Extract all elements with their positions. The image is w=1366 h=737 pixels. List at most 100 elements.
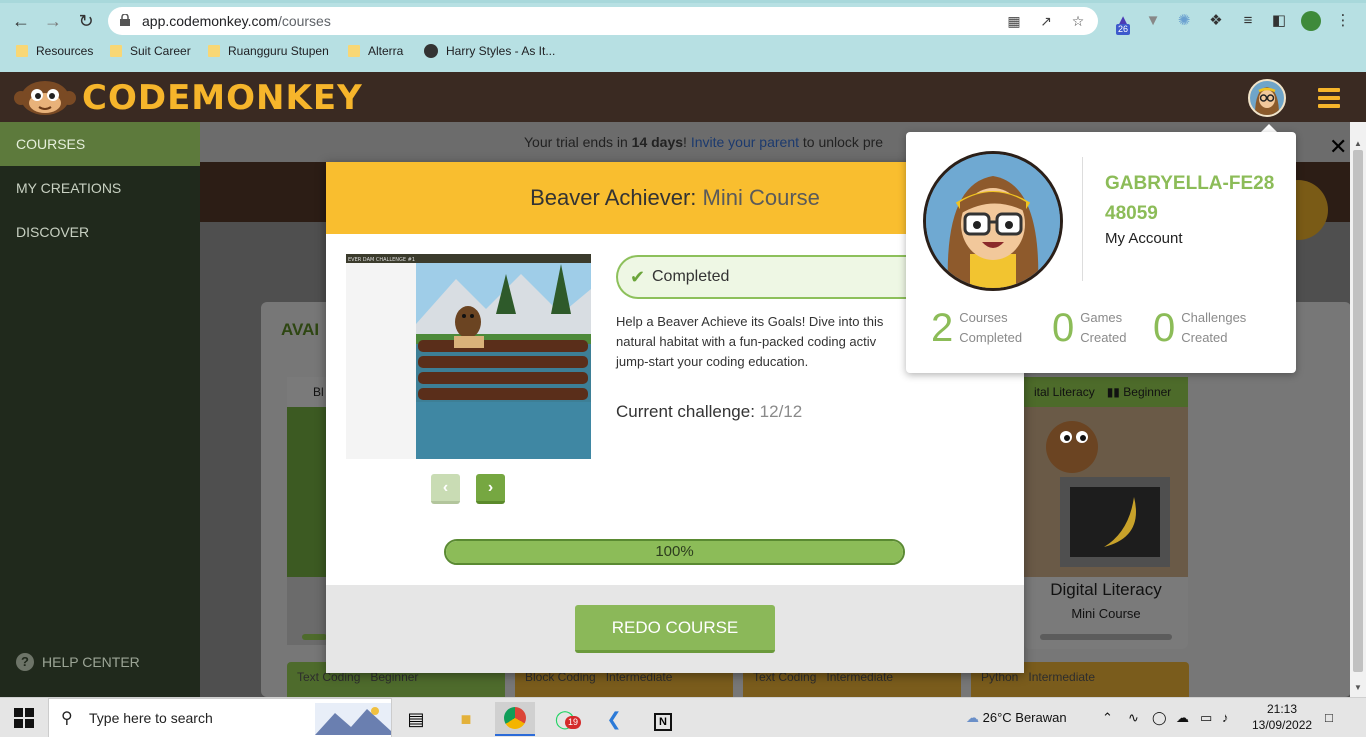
app-header: CODEMONKEY	[0, 72, 1366, 122]
weather-widget[interactable]: ☁ 26°C Berawan	[966, 698, 1067, 737]
invite-parent-link[interactable]: Invite your parent	[691, 134, 799, 150]
logo-text: CODEMONKEY	[82, 78, 363, 118]
bookmark-alterra[interactable]: Alterra	[348, 44, 403, 58]
side-panel-icon[interactable]: ◧	[1268, 10, 1290, 32]
sidebar-item-discover[interactable]: DISCOVER	[0, 210, 200, 254]
bookmark-harry-styles[interactable]: Harry Styles - As It...	[424, 44, 555, 58]
next-challenge-button[interactable]: ›	[476, 474, 505, 504]
progress-label: 100%	[655, 543, 694, 560]
translate-icon[interactable]: ▦	[1004, 11, 1024, 31]
course-card-progress	[1040, 634, 1172, 640]
account-username: GABRYELLA-FE2848059	[1105, 173, 1275, 224]
help-icon: ?	[16, 653, 34, 671]
sidebar-item-my-creations[interactable]: MY CREATIONS	[0, 166, 200, 210]
search-icon: ⚲	[61, 710, 73, 727]
scrollbar-thumb[interactable]	[1353, 150, 1363, 672]
windows-start-icon[interactable]	[14, 708, 34, 728]
media-queue-icon[interactable]: ≡	[1237, 10, 1259, 32]
beaver-computer-illustration	[1024, 407, 1188, 577]
bookmarks-bar: Resources Suit Career Ruangguru Stupen A…	[0, 40, 1366, 66]
bookmark-ruangguru[interactable]: Ruangguru Stupen	[208, 44, 329, 58]
course-card-image	[1024, 407, 1188, 577]
cloud-icon: ☁	[966, 710, 979, 725]
my-account-link[interactable]: My Account	[1105, 230, 1183, 247]
account-avatar	[923, 151, 1063, 291]
courses-completed-stat: 2 Courses Completed	[931, 306, 1023, 350]
level-bars-icon: ▮▮	[1106, 385, 1120, 399]
sidebar: COURSES MY CREATIONS DISCOVER ? HELP CEN…	[0, 122, 200, 697]
help-center-link[interactable]: ? HELP CENTER	[16, 653, 140, 671]
svg-text:EVER DAM CHALLENGE #1: EVER DAM CHALLENGE #1	[348, 257, 415, 263]
meet-icon[interactable]: ◯	[1152, 698, 1167, 737]
check-icon: ✔	[630, 267, 646, 287]
current-challenge: Current challenge: 12/12	[616, 402, 803, 421]
monkey-face-icon	[14, 81, 76, 115]
menu-dots-icon[interactable]: ⋮	[1332, 10, 1354, 32]
notifications-icon[interactable]: □	[1325, 698, 1333, 737]
user-avatar-button[interactable]	[1248, 79, 1286, 117]
share-icon[interactable]: ↗	[1036, 11, 1056, 31]
volume-icon[interactable]: ♪	[1222, 698, 1229, 737]
folder-icon	[16, 45, 28, 57]
search-highlight-illustration	[315, 703, 391, 735]
course-card-left-image	[287, 407, 327, 577]
folder-icon	[348, 45, 360, 57]
chrome-taskbar-icon[interactable]	[495, 702, 535, 736]
hamburger-menu-icon[interactable]	[1318, 88, 1340, 108]
close-icon[interactable]: ✕	[1329, 134, 1347, 160]
redo-course-button[interactable]: REDO COURSE	[575, 605, 775, 653]
vscode-icon[interactable]: ❮	[594, 702, 634, 736]
girl-avatar-icon	[926, 154, 1060, 288]
file-explorer-icon[interactable]: ■	[446, 702, 486, 736]
course-card-left-tag: Bl	[287, 377, 327, 407]
help-center-label: HELP CENTER	[42, 654, 140, 670]
onedrive-cloud-icon[interactable]: ☁	[1176, 698, 1189, 737]
tab-strip	[0, 0, 1366, 3]
course-progress-bar: 100%	[444, 539, 905, 565]
beaver-dam-game-preview: EVER DAM CHALLENGE #1	[346, 254, 591, 459]
wifi-icon[interactable]: ∿	[1128, 698, 1139, 737]
system-clock[interactable]: 21:13 13/09/2022	[1252, 701, 1312, 733]
account-popup: GABRYELLA-FE2848059 My Account 2 Courses…	[906, 132, 1296, 373]
search-placeholder: Type here to search	[89, 710, 213, 726]
course-card-subtitle: Mini Course	[1071, 606, 1141, 621]
bookmark-star-icon[interactable]: ☆	[1068, 11, 1088, 31]
scroll-up-arrow-icon[interactable]: ▲	[1350, 136, 1366, 152]
url-text: app.codemonkey.com/courses	[142, 13, 331, 29]
back-arrow-icon[interactable]: ←	[8, 8, 34, 34]
forward-arrow-icon[interactable]: →	[40, 8, 66, 34]
globe-icon	[424, 44, 438, 58]
avatar-icon	[1255, 87, 1279, 115]
course-card-title: Digital Literacy	[1050, 580, 1162, 599]
course-description: Help a Beaver Achieve its Goals! Dive in…	[616, 314, 884, 369]
battery-icon[interactable]: ▭	[1200, 698, 1212, 737]
codemonkey-logo[interactable]: CODEMONKEY	[14, 78, 363, 118]
popup-divider	[1082, 157, 1083, 281]
profile-avatar-icon[interactable]	[1300, 10, 1322, 32]
folder-icon	[110, 45, 122, 57]
folder-icon	[208, 45, 220, 57]
challenge-screenshot: EVER DAM CHALLENGE #1	[346, 254, 591, 459]
tray-chevron-icon[interactable]: ⌃	[1102, 698, 1113, 737]
task-view-icon[interactable]: ▤	[396, 702, 436, 736]
extension-badge-icon[interactable]: ▲ 26	[1112, 10, 1134, 35]
windows-taskbar: ⚲ Type here to search ▤ ■ ◯19 ❮ N ☁ 26°C…	[0, 697, 1366, 737]
react-extension-icon[interactable]: ✺	[1173, 10, 1195, 32]
challenges-created-stat: 0 Challenges Created	[1153, 306, 1247, 350]
puzzle-icon[interactable]: ❖	[1205, 10, 1227, 32]
scroll-down-arrow-icon[interactable]: ▼	[1350, 680, 1366, 696]
taskbar-search[interactable]: ⚲ Type here to search	[48, 698, 392, 737]
whatsapp-icon[interactable]: ◯19	[545, 702, 585, 736]
bookmark-suit-career[interactable]: Suit Career	[110, 44, 191, 58]
address-bar[interactable]: app.codemonkey.com/courses ▦ ↗ ☆	[108, 7, 1098, 35]
sidebar-item-courses[interactable]: COURSES	[0, 122, 200, 166]
lock-icon	[120, 14, 130, 26]
vee-extension-icon[interactable]: ▼	[1142, 10, 1164, 32]
reload-icon[interactable]: ↻	[73, 8, 99, 34]
notion-icon[interactable]: N	[643, 702, 683, 736]
games-created-stat: 0 Games Created	[1052, 306, 1127, 350]
completed-status-badge: ✔ Completed	[616, 255, 916, 299]
course-card-left-progress	[302, 634, 327, 640]
bookmark-resources[interactable]: Resources	[16, 44, 93, 58]
previous-challenge-button[interactable]: ‹	[431, 474, 460, 504]
